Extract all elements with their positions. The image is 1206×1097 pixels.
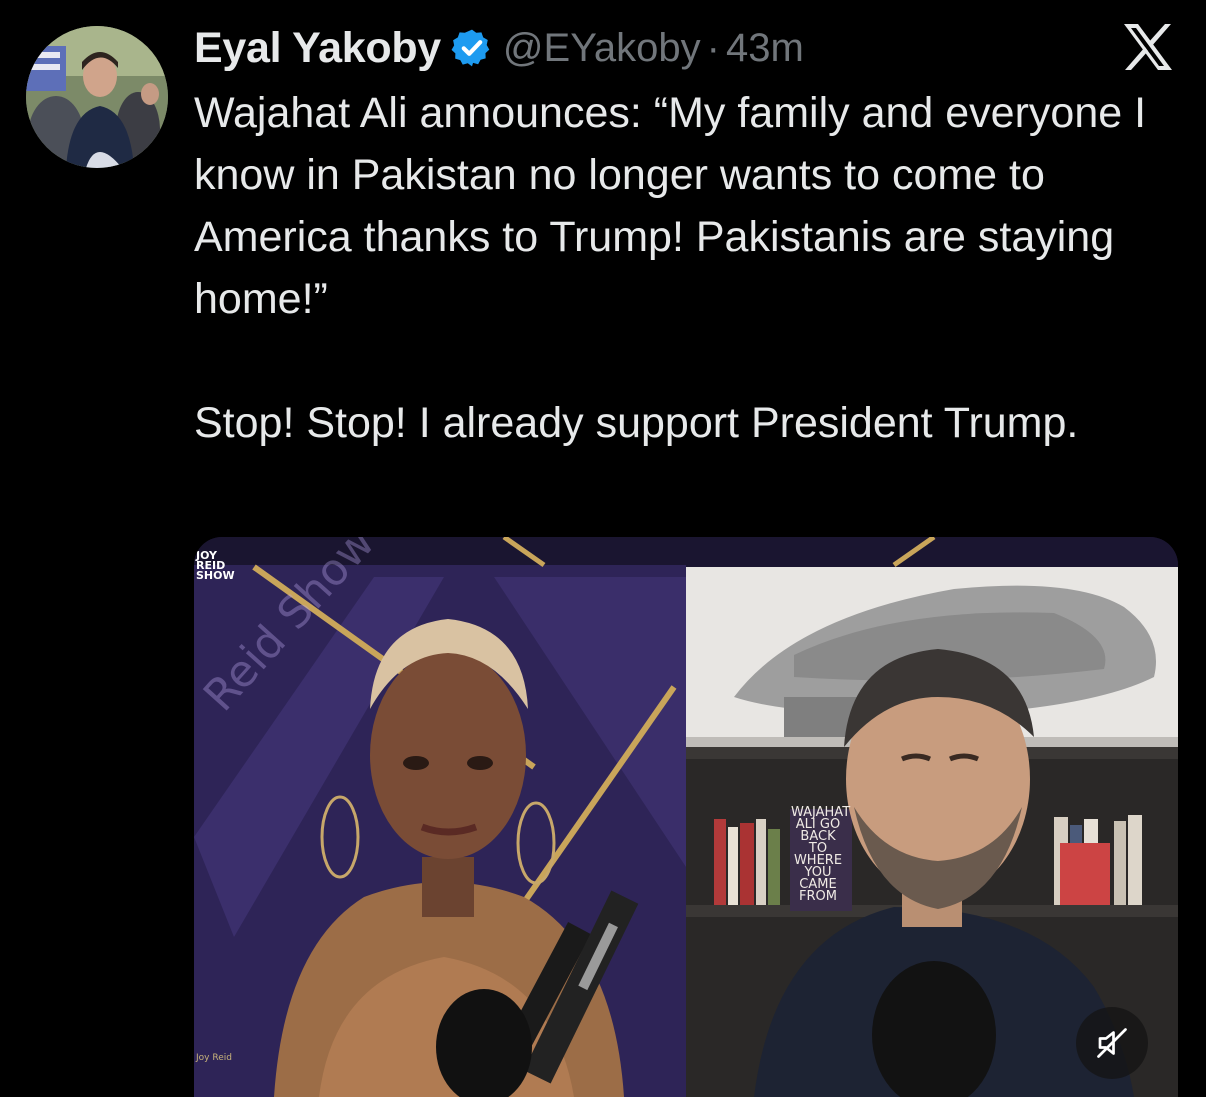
host-lower-third: Joy Reid [196, 1053, 232, 1063]
book-cover-title: WAJAHAT ALI GO BACK TO WHERE YOU CAME FR… [791, 805, 851, 904]
tweet-paragraph: Stop! Stop! I already support President … [194, 399, 1079, 447]
post-timestamp[interactable]: 43m [726, 26, 804, 71]
verified-badge-icon [451, 29, 490, 67]
x-logo-icon [1124, 24, 1172, 70]
separator-dot: · [706, 25, 720, 70]
show-logo: JOY REID SHOW [196, 549, 235, 582]
author-avatar[interactable] [26, 26, 168, 168]
author-name[interactable]: Eyal Yakoby [194, 24, 441, 73]
mute-toggle-button[interactable] [1076, 1007, 1148, 1079]
tweet-paragraph: Wajahat Ali announces: “My family and ev… [194, 89, 1147, 323]
tweet-header: Eyal Yakoby @EYakoby · 43m [194, 22, 804, 74]
tweet-text: Wajahat Ali announces: “My family and ev… [194, 82, 1184, 454]
author-handle[interactable]: @EYakoby [503, 26, 701, 71]
embedded-video[interactable]: JOY REID SHOW Reid Show WAJAHAT ALI GO B… [194, 537, 1178, 1097]
muted-speaker-icon [1097, 1028, 1127, 1058]
